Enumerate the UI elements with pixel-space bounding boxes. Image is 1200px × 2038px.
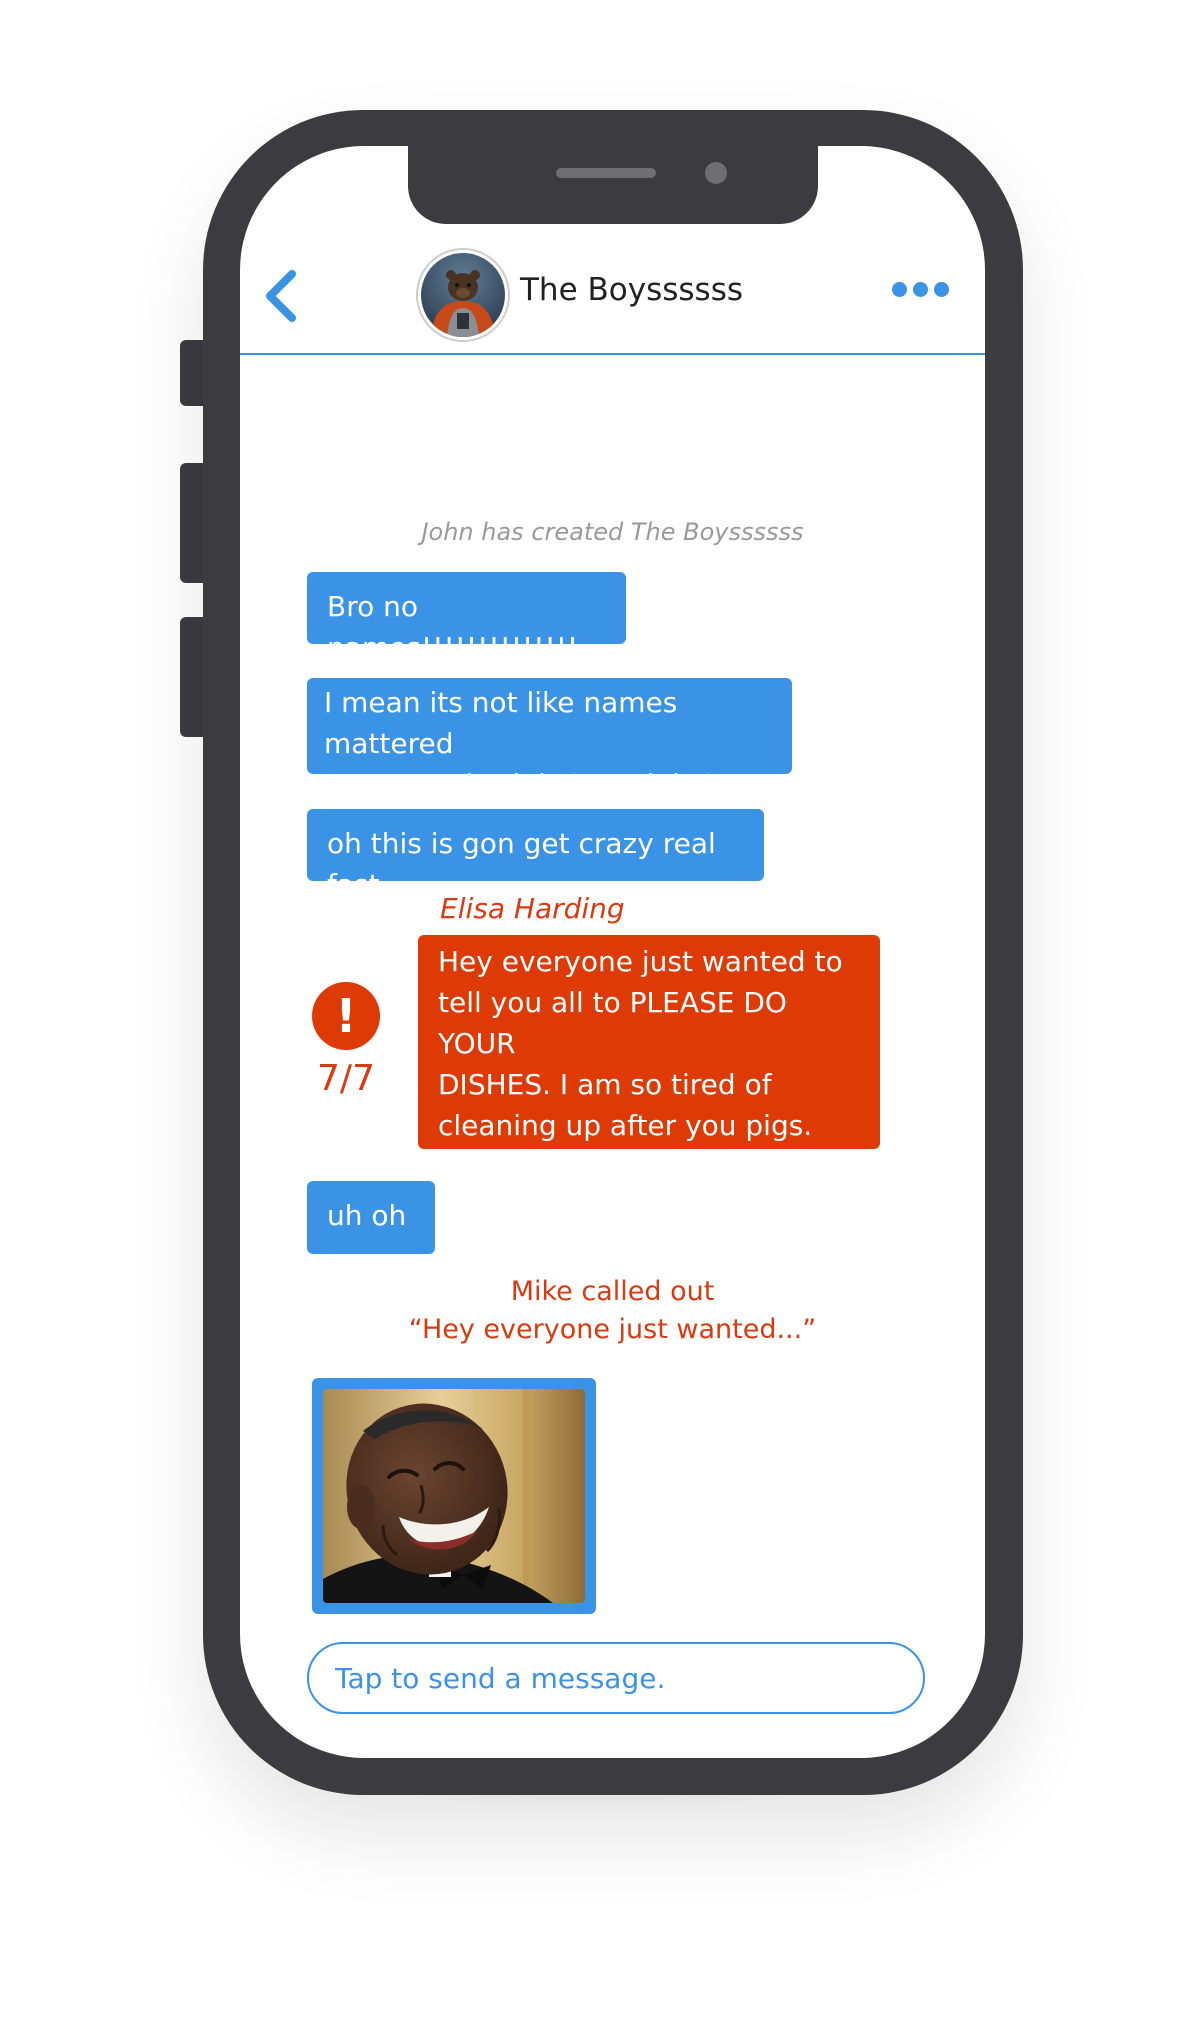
callout-note-title: Mike called out [510, 1276, 715, 1307]
message-text-line: DISHES. I am so tired of [438, 1068, 772, 1101]
speaker-grille [556, 168, 656, 178]
dot [892, 282, 907, 297]
message-text-line: cleaning up after you pigs. I've [438, 1109, 813, 1183]
chat-title: The Boyssssss [520, 272, 743, 308]
chat-header: The Boyssssss [240, 236, 985, 355]
message-text-line: THAT much, right? .....right? [324, 768, 716, 801]
message-bubble[interactable]: I mean its not like names mattered THAT … [307, 678, 792, 801]
phone-notch [408, 146, 818, 224]
alert-exclamation-icon[interactable]: ! [312, 982, 380, 1050]
message-input[interactable] [307, 1642, 925, 1714]
message-text-line: I mean its not like names mattered [324, 686, 678, 760]
callout-note-quote: “Hey everyone just wanted...” [408, 1314, 817, 1345]
image-message[interactable] [312, 1378, 596, 1614]
message-bubble[interactable]: Bro no names!!!!!!!!!!!!!! [307, 572, 626, 664]
laughing-photo [323, 1389, 585, 1603]
front-camera [705, 162, 727, 184]
message-text-line: had it up to here! [438, 1191, 683, 1224]
system-note-created: John has created The Boyssssss [421, 518, 804, 546]
more-horizontal-icon[interactable] [892, 282, 950, 304]
message-text: Bro no names!!!!!!!!!!!!!! [327, 590, 579, 664]
message-text: oh this is gon get crazy real fast [327, 827, 716, 901]
dot [913, 282, 928, 297]
phone-screen: The Boyssssss John has created The Boyss… [240, 146, 985, 1758]
message-text-line: Hey everyone just wanted to [438, 945, 843, 978]
message-bubble[interactable]: oh this is gon get crazy real fast [307, 809, 764, 901]
chevron-left-icon[interactable] [262, 270, 302, 322]
dot [934, 282, 949, 297]
stage: The Boyssssss John has created The Boyss… [0, 0, 1200, 2038]
message-bubble[interactable]: uh oh [307, 1181, 435, 1254]
sender-name: Elisa Harding [440, 892, 625, 925]
flagged-message-bubble[interactable]: Hey everyone just wanted to tell you all… [418, 935, 880, 1224]
alert-count: 7/7 [317, 1058, 375, 1099]
message-text-line: tell you all to PLEASE DO YOUR [438, 986, 787, 1060]
message-text: uh oh [327, 1199, 407, 1232]
group-avatar[interactable] [418, 250, 508, 340]
